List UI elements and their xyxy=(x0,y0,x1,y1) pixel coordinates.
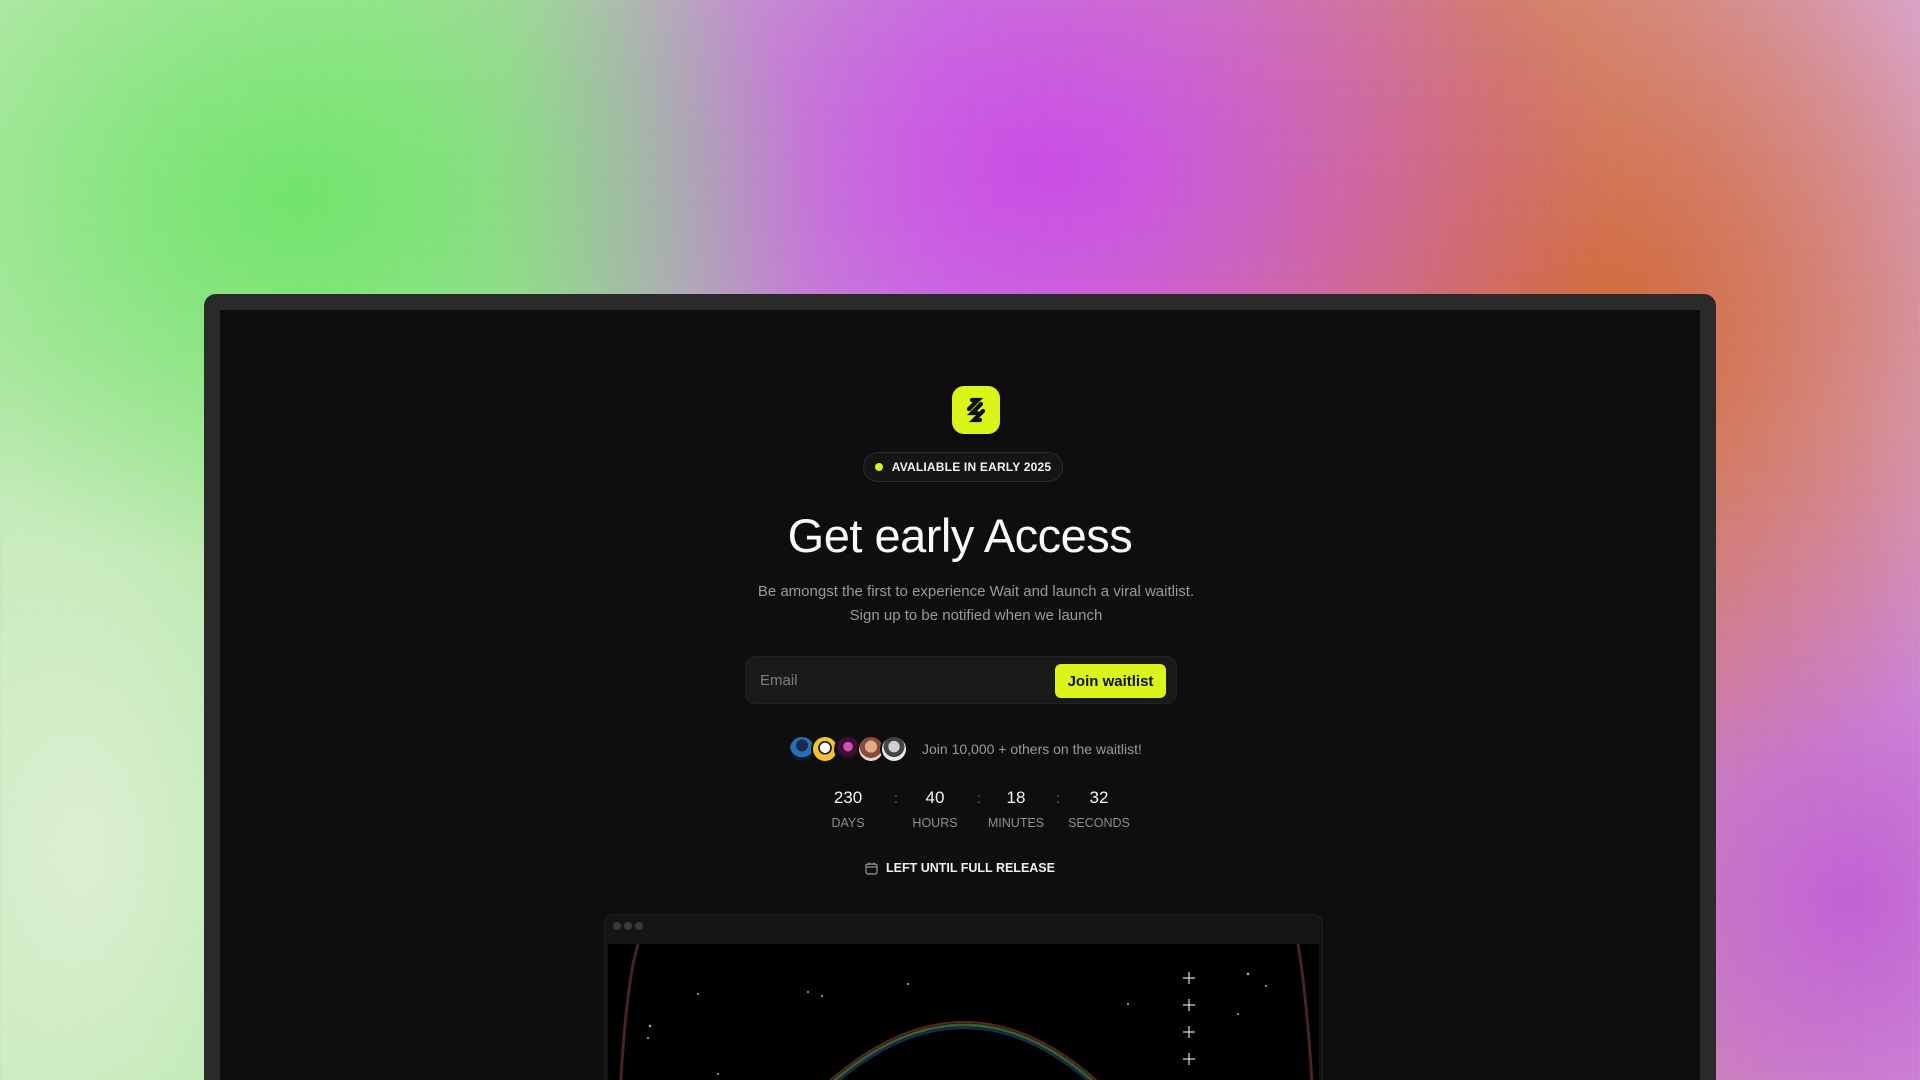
waitlist-form: Join waitlist xyxy=(745,656,1177,704)
avatar xyxy=(880,735,908,763)
landing-page: AVALIABLE IN EARLY 2025 Get early Access… xyxy=(220,310,1700,1080)
countdown-hours-label: HOURS xyxy=(912,816,958,830)
release-note-text: LEFT UNTIL FULL RELEASE xyxy=(886,861,1055,875)
countdown-days: 230 DAYS xyxy=(808,788,888,830)
countdown-hours: 40 HOURS xyxy=(895,788,975,830)
email-input[interactable] xyxy=(760,665,1050,695)
product-preview-window xyxy=(604,914,1323,1080)
avatar-stack xyxy=(788,735,908,763)
release-note: LEFT UNTIL FULL RELEASE xyxy=(220,861,1700,875)
countdown-minutes-label: MINUTES xyxy=(987,816,1045,830)
countdown-seconds: 32 SECONDS xyxy=(1059,788,1139,830)
brand-logo-icon xyxy=(952,386,1000,434)
countdown-hours-value: 40 xyxy=(925,788,945,807)
preview-image xyxy=(608,944,1319,1080)
countdown-days-label: DAYS xyxy=(831,816,865,830)
page-title: Get early Access xyxy=(787,509,1133,562)
status-dot-icon xyxy=(874,463,883,471)
countdown-minutes: 18 MINUTES xyxy=(976,788,1056,830)
countdown-seconds-value: 32 xyxy=(1089,788,1109,807)
countdown-minutes-value: 18 xyxy=(1006,788,1026,807)
countdown-timer: 230 DAYS : 40 HOURS : 18 MINUTES : 32 SE… xyxy=(808,788,1148,838)
social-proof: Join 10,000 + others on the waitlist! xyxy=(788,734,1142,764)
join-waitlist-button[interactable]: Join waitlist xyxy=(1055,664,1166,698)
availability-badge: AVALIABLE IN EARLY 2025 xyxy=(863,452,1063,482)
device-frame: AVALIABLE IN EARLY 2025 Get early Access… xyxy=(204,294,1716,1080)
social-proof-text: Join 10,000 + others on the waitlist! xyxy=(922,741,1142,757)
window-dots-icon xyxy=(613,922,643,930)
calendar-icon xyxy=(865,862,878,875)
countdown-days-value: 230 xyxy=(833,788,863,807)
availability-badge-text: AVALIABLE IN EARLY 2025 xyxy=(891,460,1052,474)
countdown-seconds-label: SECONDS xyxy=(1068,816,1130,830)
page-subtitle: Be amongst the first to experience Wait … xyxy=(757,583,1195,624)
